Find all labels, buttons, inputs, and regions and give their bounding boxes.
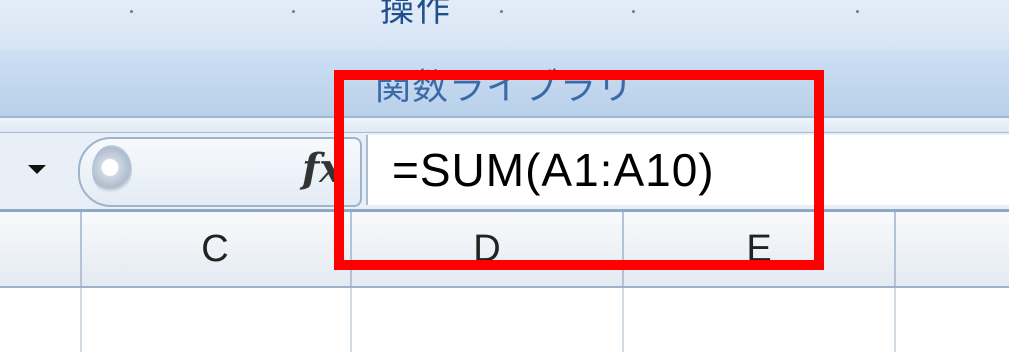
resize-handle[interactable] <box>92 145 132 195</box>
ribbon-dot <box>500 10 503 13</box>
column-header-b[interactable] <box>0 212 82 286</box>
grid-cell[interactable] <box>80 288 352 352</box>
highlight-annotation-box <box>334 70 824 270</box>
ribbon-dot <box>292 10 295 13</box>
ribbon-tab-area: 操作 <box>0 0 1009 50</box>
ribbon-dot <box>130 10 133 13</box>
ribbon-dot <box>632 10 635 13</box>
dropdown-arrow-icon[interactable] <box>28 165 46 174</box>
grid-cell[interactable] <box>624 288 896 352</box>
ribbon-dot <box>856 10 859 13</box>
grid-cell[interactable] <box>352 288 624 352</box>
grid-row <box>0 288 1009 352</box>
ribbon-tab-label[interactable]: 操作 <box>380 0 452 31</box>
grid-cell[interactable] <box>0 288 82 352</box>
column-header-c[interactable]: C <box>80 212 352 286</box>
